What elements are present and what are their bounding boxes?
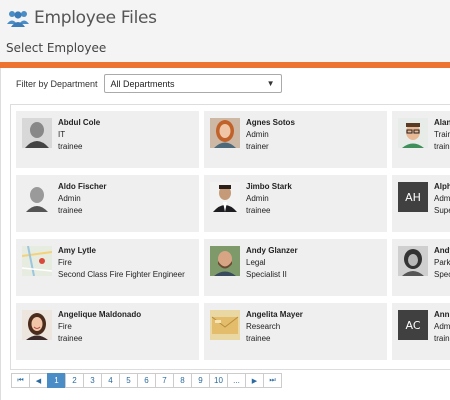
avatar-initials-text: AC [398,310,428,340]
employee-department: IT [58,130,66,139]
employee-title: Specia [434,270,450,279]
page-button[interactable]: 10 [209,373,228,388]
avatar [22,182,52,212]
pagination: ⏮ ◀ 1 2 3 4 5 6 7 8 9 10... ▶ ⏭ [11,373,282,388]
page-button[interactable]: 9 [191,373,210,388]
page-button[interactable]: 1 [47,373,66,388]
employee-name: Angelique Maldonado [58,310,142,319]
employee-department: Legal [246,258,266,267]
employee-department: Fire [58,258,72,267]
page-button[interactable]: 3 [83,373,102,388]
employee-card[interactable]: Jimbo Stark Admin trainee [204,175,387,232]
people-group-icon [6,9,30,27]
employee-card[interactable]: AH Alphon Admin Super [392,175,450,232]
employee-name: Angelita Mayer [246,310,303,319]
employee-card[interactable]: Amy Lytle Fire Second Class Fire Fighter E… [16,239,199,296]
employee-department: Parks [434,258,450,267]
employee-department: Fire [58,322,72,331]
page-subtitle: Select Employee [6,41,107,55]
avatar [210,246,240,276]
employee-department: Research [246,322,281,331]
app-title: Employee Files [34,8,157,28]
department-select-value: All Departments [110,78,175,89]
department-select[interactable]: All Departments ▼ [103,74,282,93]
employee-title: trainer [246,142,269,151]
employee-name: Abdul Cole [58,118,101,127]
avatar [22,310,52,340]
page-button[interactable]: ... [227,373,246,388]
employee-name: Andy Glanzer [246,246,298,255]
employee-department: Admin [246,194,269,203]
page-button[interactable]: 2 [65,373,84,388]
employee-card[interactable]: Andy Glanzer Legal Specialist II [204,239,387,296]
employee-title: Super [434,206,450,215]
caret-down-icon: ▼ [266,79,275,88]
employee-card[interactable]: AC Ann Cl Admin traine [392,303,450,360]
employee-name: Andy G [434,246,450,255]
employee-title: trainee [58,334,83,343]
avatar [210,310,240,340]
employee-title: trainee [58,142,83,151]
employee-name: Alphon [434,182,450,191]
employee-title: Specialist II [246,270,287,279]
employee-name: Ann Cl [434,310,450,319]
avatar [398,246,428,276]
employee-title: traine [434,142,450,151]
employee-department: Admin [434,194,450,203]
employee-card[interactable]: Andy G Parks Specia [392,239,450,296]
page-button[interactable]: 6 [137,373,156,388]
employee-name: Aldo Fischer [58,182,107,191]
employee-card[interactable]: Alan M Trainin traine [392,111,450,168]
employee-department: Trainin [434,130,450,139]
employee-title: trainee [246,334,271,343]
avatar-initials-text: AH [398,182,428,212]
employee-title: traine [434,334,450,343]
avatar [22,246,52,276]
first-page-icon[interactable]: ⏮ [11,373,30,388]
avatar [22,118,52,148]
employee-department: Admin [246,130,269,139]
avatar [398,118,428,148]
employee-grid: Abdul Cole IT trainee Agnes Sotos Admin train… [10,104,450,370]
page-button[interactable]: 4 [101,373,120,388]
employee-name: Agnes Sotos [246,118,295,127]
employee-title: trainee [58,206,83,215]
page-button[interactable]: 7 [155,373,174,388]
employee-card[interactable]: Abdul Cole IT trainee [16,111,199,168]
page-button[interactable]: 8 [173,373,192,388]
employee-department: Admin [434,322,450,331]
avatar [210,182,240,212]
employee-card[interactable]: Angelita Mayer Research trainee [204,303,387,360]
employee-department: Admin [58,194,81,203]
employee-card[interactable]: Aldo Fischer Admin trainee [16,175,199,232]
employee-title: Second Class Fire Fighter Engineer [58,270,185,279]
next-page-icon[interactable]: ▶ [245,373,264,388]
employee-name: Amy Lytle [58,246,96,255]
filter-row: Filter by Department All Departments ▼ [16,74,282,93]
avatar [210,118,240,148]
filter-label: Filter by Department [16,78,98,89]
page-button[interactable]: 5 [119,373,138,388]
employee-card[interactable]: Angelique Maldonado Fire trainee [16,303,199,360]
avatar-initials: AH [398,182,428,212]
app-title-row: Employee Files [6,8,157,28]
avatar-initials: AC [398,310,428,340]
employee-name: Jimbo Stark [246,182,292,191]
prev-page-icon[interactable]: ◀ [29,373,48,388]
employee-card[interactable]: Agnes Sotos Admin trainer [204,111,387,168]
employee-name: Alan M [434,118,450,127]
last-page-icon[interactable]: ⏭ [263,373,282,388]
employee-title: trainee [246,206,271,215]
app-header: Employee Files Select Employee [0,0,450,62]
